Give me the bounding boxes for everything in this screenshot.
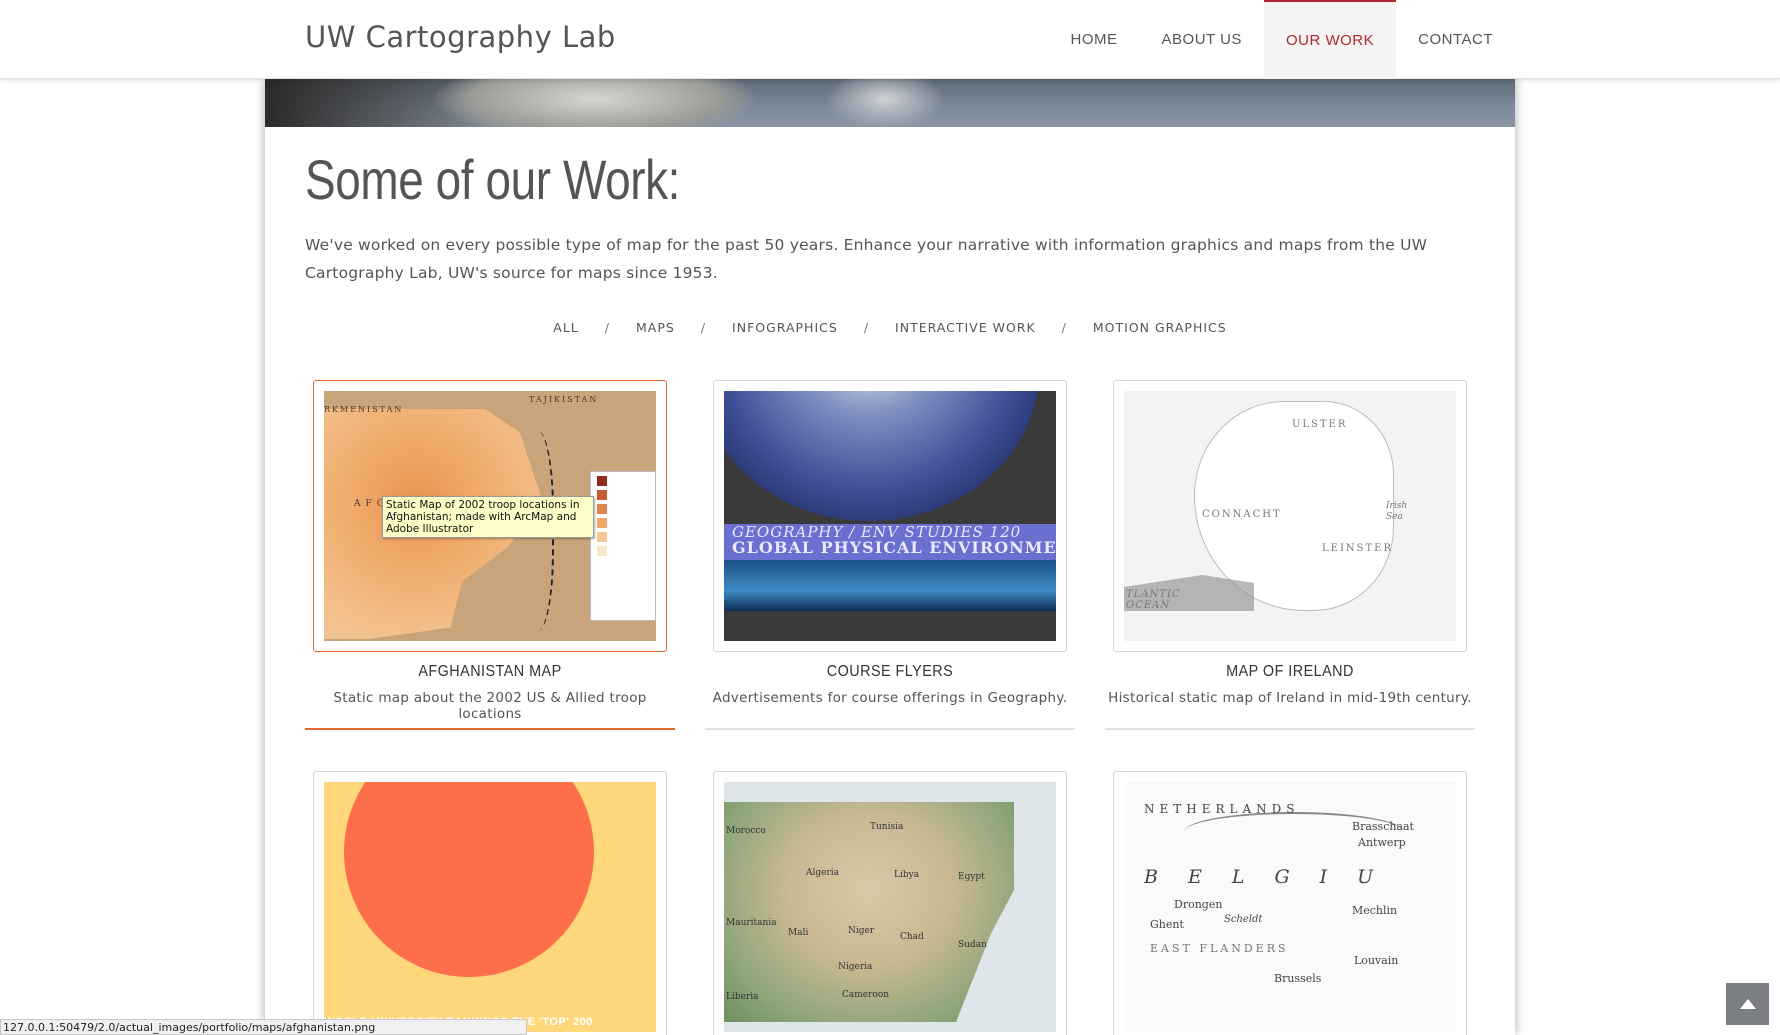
map-label: Niger	[848, 926, 875, 936]
nav-about-us[interactable]: ABOUT US	[1140, 0, 1264, 79]
card-description: Historical static map of Ireland in mid-…	[1108, 690, 1472, 706]
map-label: NETHERLANDS	[1144, 802, 1300, 816]
filter-all[interactable]: ALL	[545, 320, 586, 335]
map-label: Sudan	[958, 940, 987, 950]
africa-map-thumbnail[interactable]: Morocco Tunisia Algeria Libya Egypt Maur…	[724, 782, 1056, 1032]
map-label: Chad	[900, 932, 924, 942]
nav-our-work[interactable]: OUR WORK	[1263, 0, 1397, 79]
map-label: Nigeria	[838, 962, 873, 972]
map-label: Tunisia	[870, 822, 904, 832]
filter-separator: /	[604, 320, 610, 335]
card-description: Static map about the 2002 US & Allied tr…	[333, 690, 647, 722]
card-underline	[305, 728, 675, 730]
map-label: Brussels	[1274, 972, 1322, 985]
filter-infographics[interactable]: INFOGRAPHICS	[724, 320, 846, 335]
map-label: RKMENISTAN	[324, 405, 404, 414]
main-nav: HOME ABOUT US OUR WORK CONTACT	[1049, 0, 1515, 79]
site-brand[interactable]: UW Cartography Lab	[305, 20, 616, 54]
page-container: Some of our Work: We've worked on every …	[265, 79, 1515, 1035]
rankings-infographic-thumbnail[interactable]: WORLD UNIVERSITY RANKINGS THE 'TOP' 200	[324, 782, 656, 1032]
map-label: Morocco	[726, 826, 766, 836]
map-label: TAJIKISTAN	[529, 395, 599, 404]
top-navbar: UW Cartography Lab HOME ABOUT US OUR WOR…	[0, 0, 1780, 79]
map-label: ULSTER	[1292, 419, 1348, 430]
map-label: LEINSTER	[1322, 543, 1393, 554]
nav-home[interactable]: HOME	[1049, 0, 1140, 79]
intro-paragraph: We've worked on every possible type of m…	[305, 236, 1428, 282]
map-label: Brasschaat	[1352, 820, 1414, 833]
map-label: Antwerp	[1358, 836, 1406, 849]
nav-contact[interactable]: CONTACT	[1396, 0, 1515, 79]
card-title[interactable]: MAP OF IRELAND	[1124, 663, 1457, 681]
map-label: Louvain	[1354, 954, 1399, 967]
chevron-up-icon	[1739, 999, 1756, 1009]
card-title[interactable]: AFGHANISTAN MAP	[324, 663, 657, 681]
portfolio-filters: ALL / MAPS / INFOGRAPHICS / INTERACTIVE …	[265, 320, 1515, 335]
map-label: Mauritania	[726, 918, 777, 928]
thumbnail-frame[interactable]: ULSTER CONNACHT LEINSTER TLANTIC OCEAN I…	[1113, 380, 1467, 652]
thumbnail-frame[interactable]: Morocco Tunisia Algeria Libya Egypt Maur…	[713, 771, 1067, 1035]
map-label: TLANTIC OCEAN	[1126, 589, 1181, 611]
card-underline	[1105, 728, 1475, 730]
map-label: BELGIU	[1144, 866, 1404, 888]
thumbnail-frame[interactable]: WORLD UNIVERSITY RANKINGS THE 'TOP' 200	[313, 771, 667, 1035]
browser-status-url: 127.0.0.1:50479/2.0/actual_images/portfo…	[0, 1019, 527, 1035]
filter-motion-graphics[interactable]: MOTION GRAPHICS	[1085, 320, 1235, 335]
flyer-heading: GLOBAL PHYSICAL ENVIRONMENT	[732, 538, 1056, 557]
filter-separator: /	[1061, 320, 1067, 335]
card-description: Advertisements for course offerings in G…	[712, 690, 1068, 706]
filter-interactive-work[interactable]: INTERACTIVE WORK	[887, 320, 1044, 335]
ireland-map-thumbnail[interactable]: ULSTER CONNACHT LEINSTER TLANTIC OCEAN I…	[1124, 391, 1456, 641]
thumbnail-frame[interactable]: NETHERLANDS BELGIU EAST FLANDERS Antwerp…	[1113, 771, 1467, 1035]
belgium-map-thumbnail[interactable]: NETHERLANDS BELGIU EAST FLANDERS Antwerp…	[1124, 782, 1456, 1032]
thumbnail-frame[interactable]: GEOGRAPHY / ENV STUDIES 120 GLOBAL PHYSI…	[713, 380, 1067, 652]
map-label: Drongen	[1174, 898, 1223, 911]
filter-separator: /	[700, 320, 707, 335]
map-label: EAST FLANDERS	[1150, 942, 1289, 955]
map-label: CONNACHT	[1202, 509, 1282, 520]
map-label: Mechlin	[1352, 904, 1398, 917]
map-label: Irish Sea	[1386, 501, 1408, 522]
map-label: Mali	[788, 928, 809, 938]
map-label: Cameroon	[842, 990, 890, 1000]
map-label: Ghent	[1150, 918, 1184, 931]
map-label: Libya	[894, 870, 920, 880]
card-title[interactable]: COURSE FLYERS	[724, 663, 1057, 681]
course-flyer-thumbnail[interactable]: GEOGRAPHY / ENV STUDIES 120 GLOBAL PHYSI…	[724, 391, 1056, 641]
page-title: Some of our Work:	[305, 148, 680, 211]
scroll-to-top-button[interactable]	[1726, 983, 1769, 1025]
filter-separator: /	[863, 320, 870, 335]
hero-banner-image	[265, 79, 1515, 127]
map-label: Liberia	[726, 992, 759, 1002]
map-label: Algeria	[806, 868, 840, 878]
map-label: Scheldt	[1224, 914, 1263, 925]
map-label: Egypt	[958, 872, 985, 882]
image-tooltip: Static Map of 2002 troop locations in Af…	[382, 496, 594, 538]
map-legend	[590, 471, 656, 621]
card-underline	[705, 728, 1075, 730]
filter-maps[interactable]: MAPS	[628, 320, 683, 335]
